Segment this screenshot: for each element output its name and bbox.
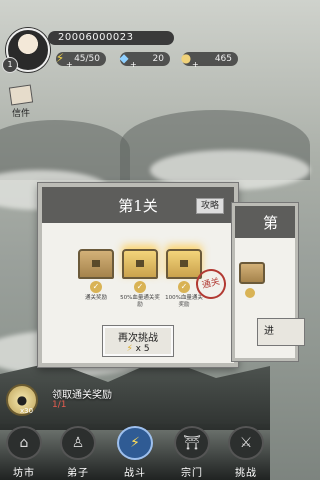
chest-icon [122, 249, 158, 279]
nav-label: 坊市 [13, 468, 35, 479]
nav-disciples[interactable]: ♙ 弟子 [56, 424, 100, 480]
reward-coin-qty: x30 [20, 407, 34, 415]
nav-battle[interactable]: ⚡ 战斗 [113, 424, 157, 480]
next-stage-button[interactable]: 进 [257, 318, 305, 346]
stage-card-header: 第1关 攻略 [42, 187, 234, 223]
nav-challenge[interactable]: ⚔ 挑战 [224, 424, 268, 480]
chest-half-hp[interactable]: ✓ 50%血量通关奖励 [120, 249, 160, 309]
player-level-badge: 1 [2, 57, 18, 73]
reward-progress: 1/1 [52, 400, 67, 410]
mail-label: 信件 [11, 109, 30, 119]
guide-button[interactable]: 攻略 [195, 198, 224, 214]
envelope-icon [8, 84, 34, 106]
plus-icon: + [192, 60, 199, 69]
stamina-counter[interactable]: ⚡ + 45/50 [56, 51, 106, 69]
next-stage-title: 第 [263, 214, 279, 232]
sect-icon: ⛩ [174, 426, 210, 460]
next-stage-card[interactable]: 第 进 [232, 203, 305, 361]
nav-sect[interactable]: ⛩ 宗门 [170, 424, 214, 480]
nav-label: 挑战 [235, 468, 257, 479]
check-icon: ✓ [134, 281, 146, 293]
top-bar: 1 20006000023 ⚡ + 45/50 ◆ + 20 ● + 465 [0, 0, 270, 80]
chest-icon [239, 262, 265, 284]
chest-caption: 通关奖励 [84, 295, 107, 301]
mail-button[interactable]: 信件 [8, 84, 34, 119]
check-icon: ✓ [178, 281, 190, 293]
check-icon [245, 288, 255, 298]
lightning-icon: ⚡ [117, 426, 153, 460]
retry-cost: ⚡ x 5 [126, 344, 150, 354]
chest-caption: 50%血量通关奖励 [120, 295, 160, 308]
reward-title: 领取通关奖励 [52, 390, 112, 401]
clear-reward-bar[interactable]: ● x30 领取通关奖励 1/1 [0, 380, 270, 420]
player-id: 20006000023 [48, 31, 174, 45]
retry-challenge-button[interactable]: 再次挑战 ⚡ x 5 [102, 325, 174, 357]
disciple-icon: ♙ [60, 426, 96, 460]
stage-card: 第1关 攻略 ✓ 通关奖励 ✓ 50%血量通关奖励 ✓ 100%血量通关奖励 通… [38, 183, 238, 367]
plus-icon: + [130, 60, 137, 69]
next-stage-header: 第 [235, 206, 295, 238]
coin-value: 465 [214, 54, 232, 64]
retry-label: 再次挑战 [118, 333, 158, 344]
lightning-icon: ⚡ [126, 344, 133, 354]
chest-clear[interactable]: ✓ 通关奖励 [76, 249, 116, 302]
chest-caption: 100%血量通关奖励 [165, 295, 203, 308]
gem-counter[interactable]: ◆ + 20 [119, 51, 170, 69]
chest-icon [78, 249, 114, 279]
plus-icon: + [66, 60, 73, 69]
coin-counter[interactable]: ● + 465 [181, 51, 238, 69]
stamina-value: 45/50 [74, 54, 100, 64]
check-icon: ✓ [90, 281, 102, 293]
nav-label: 战斗 [124, 468, 146, 479]
bottom-nav: ⌂ 坊市 ♙ 弟子 ⚡ 战斗 ⛩ 宗门 ⚔ 挑战 [0, 424, 270, 480]
nav-label: 宗门 [181, 468, 203, 479]
nav-label: 弟子 [67, 468, 89, 479]
chest-icon [166, 249, 202, 279]
gem-value: 20 [152, 54, 164, 64]
challenge-icon: ⚔ [228, 426, 264, 460]
market-icon: ⌂ [6, 426, 42, 460]
nav-market[interactable]: ⌂ 坊市 [2, 424, 46, 480]
